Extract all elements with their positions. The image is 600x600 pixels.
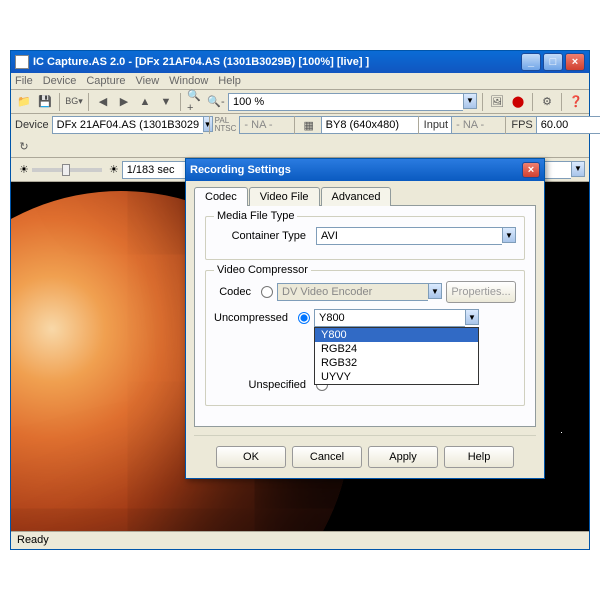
- toolbar-main: 📁 💾 BG▾ ◀ ▶ ▲ ▼ 🔍+ 🔍- ▼ 🖼 ⬤ ⚙ ❓: [11, 90, 589, 114]
- maximize-button[interactable]: □: [543, 53, 563, 71]
- bg-icon[interactable]: BG▾: [65, 93, 83, 111]
- menu-device[interactable]: Device: [43, 75, 77, 87]
- uncompressed-combo[interactable]: [314, 309, 465, 327]
- codec-radio[interactable]: [261, 286, 273, 298]
- uncompressed-label: Uncompressed: [214, 312, 288, 324]
- down-icon[interactable]: ▼: [157, 93, 175, 111]
- container-type-combo[interactable]: [316, 227, 502, 245]
- close-button[interactable]: ×: [565, 53, 585, 71]
- ok-button[interactable]: OK: [216, 446, 286, 468]
- dialog-title: Recording Settings: [190, 164, 522, 176]
- help-icon[interactable]: ❓: [567, 93, 585, 111]
- dialog-close-button[interactable]: ×: [522, 162, 540, 178]
- left-icon[interactable]: ◀: [94, 93, 112, 111]
- dialog-titlebar: Recording Settings ×: [186, 159, 544, 181]
- save-icon[interactable]: 💾: [36, 93, 54, 111]
- fps-combo[interactable]: [536, 116, 600, 134]
- menu-view[interactable]: View: [136, 75, 160, 87]
- zoom-in-icon[interactable]: 🔍+: [186, 93, 204, 111]
- codec-combo[interactable]: [277, 283, 428, 301]
- group-media-file-type: Media File Type Container Type ▼: [205, 216, 525, 260]
- chevron-down-icon[interactable]: ▼: [465, 309, 479, 325]
- status-bar: Ready: [11, 531, 589, 549]
- zoom-dropdown-icon[interactable]: ▼: [463, 93, 477, 109]
- chevron-down-icon[interactable]: ▼: [203, 116, 213, 132]
- chevron-down-icon[interactable]: ▼: [502, 227, 516, 243]
- right-icon[interactable]: ▶: [115, 93, 133, 111]
- palntsc-label: PALNTSC: [215, 117, 237, 133]
- group-video-compressor: Video Compressor Codec ▼ Properties... U…: [205, 270, 525, 406]
- fps-label: FPS: [511, 119, 532, 131]
- brightness-high-icon: ☀: [109, 163, 119, 176]
- record-icon[interactable]: ⬤: [509, 93, 527, 111]
- format-icon[interactable]: ▦: [300, 116, 318, 134]
- help-button[interactable]: Help: [444, 446, 514, 468]
- dialog-button-row: OK Cancel Apply Help: [194, 435, 536, 468]
- option-rgb24[interactable]: RGB24: [315, 342, 478, 356]
- device-label: Device: [15, 119, 49, 131]
- menu-file[interactable]: File: [15, 75, 33, 87]
- brightness-low-icon: ☀: [19, 163, 29, 176]
- recording-settings-dialog: Recording Settings × Codec Video File Ad…: [185, 158, 545, 479]
- device-combo[interactable]: [52, 116, 203, 134]
- container-type-label: Container Type: [214, 230, 306, 242]
- uncompressed-dropdown-list: Y800 RGB24 RGB32 UYVY: [314, 327, 479, 385]
- uncompressed-radio[interactable]: [298, 312, 310, 324]
- group-title-media: Media File Type: [214, 210, 297, 222]
- dialog-tabs: Codec Video File Advanced: [194, 187, 536, 206]
- open-icon[interactable]: 📁: [15, 93, 33, 111]
- format-combo[interactable]: [321, 116, 472, 134]
- unspecified-label: Unspecified: [214, 379, 306, 391]
- menu-capture[interactable]: Capture: [86, 75, 125, 87]
- refresh-icon[interactable]: ↻: [15, 137, 33, 155]
- menu-window[interactable]: Window: [169, 75, 208, 87]
- menu-bar: File Device Capture View Window Help: [11, 73, 589, 90]
- option-y800[interactable]: Y800: [315, 328, 478, 342]
- slider-thumb[interactable]: [62, 164, 70, 176]
- zoom-input[interactable]: [228, 93, 463, 111]
- tab-panel-codec: Media File Type Container Type ▼ Video C…: [194, 205, 536, 427]
- cancel-button[interactable]: Cancel: [292, 446, 362, 468]
- tab-video-file[interactable]: Video File: [249, 187, 320, 206]
- chevron-down-icon[interactable]: ▼: [428, 283, 442, 299]
- codec-label: Codec: [214, 286, 251, 298]
- option-rgb32[interactable]: RGB32: [315, 356, 478, 370]
- minimize-button[interactable]: _: [521, 53, 541, 71]
- properties-button[interactable]: Properties...: [446, 281, 516, 303]
- group-title-compressor: Video Compressor: [214, 264, 311, 276]
- chevron-down-icon[interactable]: ▼: [571, 161, 585, 177]
- main-window-title: IC Capture.AS 2.0 - [DFx 21AF04.AS (1301…: [33, 56, 521, 68]
- status-text: Ready: [17, 534, 49, 546]
- main-titlebar: IC Capture.AS 2.0 - [DFx 21AF04.AS (1301…: [11, 51, 589, 73]
- apply-button[interactable]: Apply: [368, 446, 438, 468]
- brightness-slider[interactable]: [32, 168, 102, 172]
- up-icon[interactable]: ▲: [136, 93, 154, 111]
- settings-icon[interactable]: ⚙: [538, 93, 556, 111]
- option-uyvy[interactable]: UYVY: [315, 370, 478, 384]
- tab-advanced[interactable]: Advanced: [321, 187, 392, 206]
- toolbar-device: Device ▼ PALNTSC ▼ ▦ ▼ Input ▼ FPS ▼ ↻: [11, 114, 589, 158]
- snap-icon[interactable]: 🖼: [488, 93, 506, 111]
- zoom-out-icon[interactable]: 🔍-: [207, 93, 225, 111]
- menu-help[interactable]: Help: [218, 75, 241, 87]
- input-label: Input: [424, 119, 448, 131]
- app-icon: [15, 55, 29, 69]
- tab-codec[interactable]: Codec: [194, 187, 248, 206]
